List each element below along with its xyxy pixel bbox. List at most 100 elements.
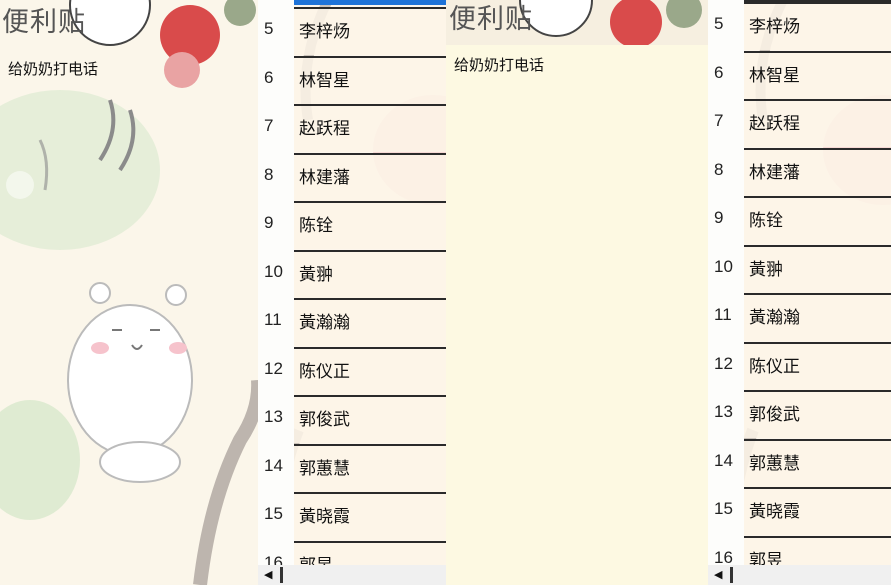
student-name: 赵跃程 — [299, 119, 350, 139]
name-cell[interactable]: 林建藩 — [744, 147, 891, 196]
name-cell[interactable]: 黃翀 — [744, 244, 891, 293]
row-number: 10 — [264, 261, 283, 281]
list-row[interactable]: 10 黃翀 — [708, 244, 891, 293]
row-number: 7 — [714, 111, 724, 130]
student-name: 林建藩 — [299, 167, 350, 188]
row-number: 15 — [264, 504, 283, 523]
row-number: 6 — [264, 67, 274, 87]
list-row[interactable]: 13 郭俊武 — [258, 395, 446, 443]
row-number: 14 — [264, 455, 283, 475]
scroll-left-arrow-icon[interactable]: ◀ — [264, 568, 272, 581]
list-row[interactable]: 6 林智星 — [258, 55, 446, 104]
row-number: 5 — [264, 19, 274, 38]
name-list-right[interactable]: 5 李梓炀 6 林智星 7 赵跃程 8 林建藩 9 陈铨 10 黃翀 11 黃瀚瀚 12 陈仪正 13 郭俊武 14… — [708, 0, 891, 585]
list-row[interactable]: 15 黃晓霞 — [258, 492, 446, 540]
scroll-thumb[interactable] — [730, 567, 733, 583]
list-row[interactable]: 15 黃晓霞 — [708, 487, 891, 535]
bear-illustration — [67, 282, 193, 483]
student-name: 陈仪正 — [299, 361, 350, 382]
row-number: 9 — [264, 213, 274, 232]
student-name: 赵跃程 — [749, 114, 800, 134]
name-list-left[interactable]: 5 李梓炀 6 林智星 7 赵跃程 8 林建藩 9 陈铨 10 黃翀 11 黃瀚瀚 12 陈仪正 13 郭俊武 14… — [258, 0, 446, 585]
row-number: 14 — [714, 450, 733, 470]
student-name: 林智星 — [299, 70, 350, 91]
student-name: 黃瀚瀚 — [749, 308, 800, 328]
list-row[interactable]: 7 赵跃程 — [258, 104, 446, 152]
name-cell[interactable]: 黃翀 — [294, 249, 446, 298]
student-name: 郭蕙慧 — [749, 453, 800, 474]
student-name: 黃翀 — [749, 259, 783, 280]
name-cell[interactable]: 郭俊武 — [744, 390, 891, 438]
name-cell[interactable]: 陈仪正 — [744, 341, 891, 390]
student-name: 郭蕙慧 — [299, 458, 350, 479]
row-number: 11 — [264, 310, 282, 329]
student-name: 陈仪正 — [749, 356, 800, 377]
name-cell[interactable]: 郭俊武 — [294, 395, 446, 443]
horizontal-scrollbar[interactable]: ◀ — [708, 565, 891, 585]
note-title: 便利贴 — [449, 4, 533, 35]
name-cell[interactable]: 陈铨 — [744, 196, 891, 244]
name-cell[interactable]: 李梓炀 — [294, 7, 446, 55]
list-row[interactable]: 14 郭蕙慧 — [708, 438, 891, 487]
note-body[interactable]: 给奶奶打电话 — [8, 58, 98, 79]
name-cell[interactable]: 黃瀚瀚 — [294, 298, 446, 346]
list-row[interactable]: 5 李梓炀 — [258, 7, 446, 55]
row-number: 8 — [264, 164, 274, 184]
list-row[interactable]: 11 黃瀚瀚 — [708, 293, 891, 341]
student-name: 黃晓霞 — [749, 502, 800, 522]
note-background-art — [0, 0, 258, 585]
list-row[interactable]: 5 李梓炀 — [708, 2, 891, 50]
row-number: 7 — [264, 116, 274, 135]
row-number: 11 — [714, 305, 732, 324]
sticky-note-right[interactable]: 便利贴 给奶奶打电话 — [446, 0, 708, 585]
name-cell[interactable]: 黃晓霞 — [294, 492, 446, 540]
list-row[interactable]: 7 赵跃程 — [708, 99, 891, 147]
scroll-thumb[interactable] — [280, 567, 283, 583]
student-name: 郭俊武 — [749, 405, 800, 425]
list-row[interactable]: 12 陈仪正 — [708, 341, 891, 390]
row-number: 5 — [714, 14, 724, 33]
row-number: 9 — [714, 208, 724, 227]
row-number: 10 — [714, 256, 733, 276]
list-row[interactable]: 6 林智星 — [708, 50, 891, 99]
student-name: 黃瀚瀚 — [299, 313, 350, 333]
student-name: 李梓炀 — [299, 22, 350, 42]
note-body[interactable]: 给奶奶打电话 — [454, 54, 544, 75]
name-cell[interactable]: 林智星 — [744, 50, 891, 99]
name-cell[interactable]: 赵跃程 — [294, 104, 446, 152]
row-number: 12 — [714, 353, 733, 373]
list-row[interactable]: 11 黃瀚瀚 — [258, 298, 446, 346]
list-row[interactable]: 9 陈铨 — [708, 196, 891, 244]
name-cell[interactable]: 林智星 — [294, 55, 446, 104]
row-number: 6 — [714, 62, 724, 82]
student-name: 陈铨 — [299, 216, 333, 236]
list-row[interactable]: 14 郭蕙慧 — [258, 443, 446, 492]
name-cell[interactable]: 陈仪正 — [294, 346, 446, 395]
name-cell[interactable]: 黃晓霞 — [744, 487, 891, 535]
student-name: 黃晓霞 — [299, 507, 350, 527]
row-number: 13 — [714, 402, 733, 421]
horizontal-scrollbar[interactable]: ◀ — [258, 565, 446, 585]
sticky-note-left[interactable]: 便利贴 给奶奶打电话 — [0, 0, 258, 585]
list-row[interactable]: 9 陈铨 — [258, 201, 446, 249]
name-cell[interactable]: 郭蕙慧 — [744, 438, 891, 487]
name-cell[interactable]: 陈铨 — [294, 201, 446, 249]
list-row[interactable]: 10 黃翀 — [258, 249, 446, 298]
name-cell[interactable]: 赵跃程 — [744, 99, 891, 147]
list-row[interactable]: 8 林建藩 — [708, 147, 891, 196]
name-cell[interactable]: 李梓炀 — [744, 2, 891, 50]
row-number: 12 — [264, 358, 283, 378]
selection-indicator — [294, 0, 446, 5]
row-number: 15 — [714, 499, 733, 518]
name-cell[interactable]: 郭蕙慧 — [294, 443, 446, 492]
student-name: 李梓炀 — [749, 17, 800, 37]
note-title: 便利贴 — [2, 7, 86, 38]
student-name: 林智星 — [749, 65, 800, 86]
name-cell[interactable]: 黃瀚瀚 — [744, 293, 891, 341]
list-row[interactable]: 13 郭俊武 — [708, 390, 891, 438]
list-row[interactable]: 12 陈仪正 — [258, 346, 446, 395]
name-cell[interactable]: 林建藩 — [294, 152, 446, 201]
list-row[interactable]: 8 林建藩 — [258, 152, 446, 201]
scroll-left-arrow-icon[interactable]: ◀ — [714, 568, 722, 581]
student-name: 林建藩 — [749, 162, 800, 183]
